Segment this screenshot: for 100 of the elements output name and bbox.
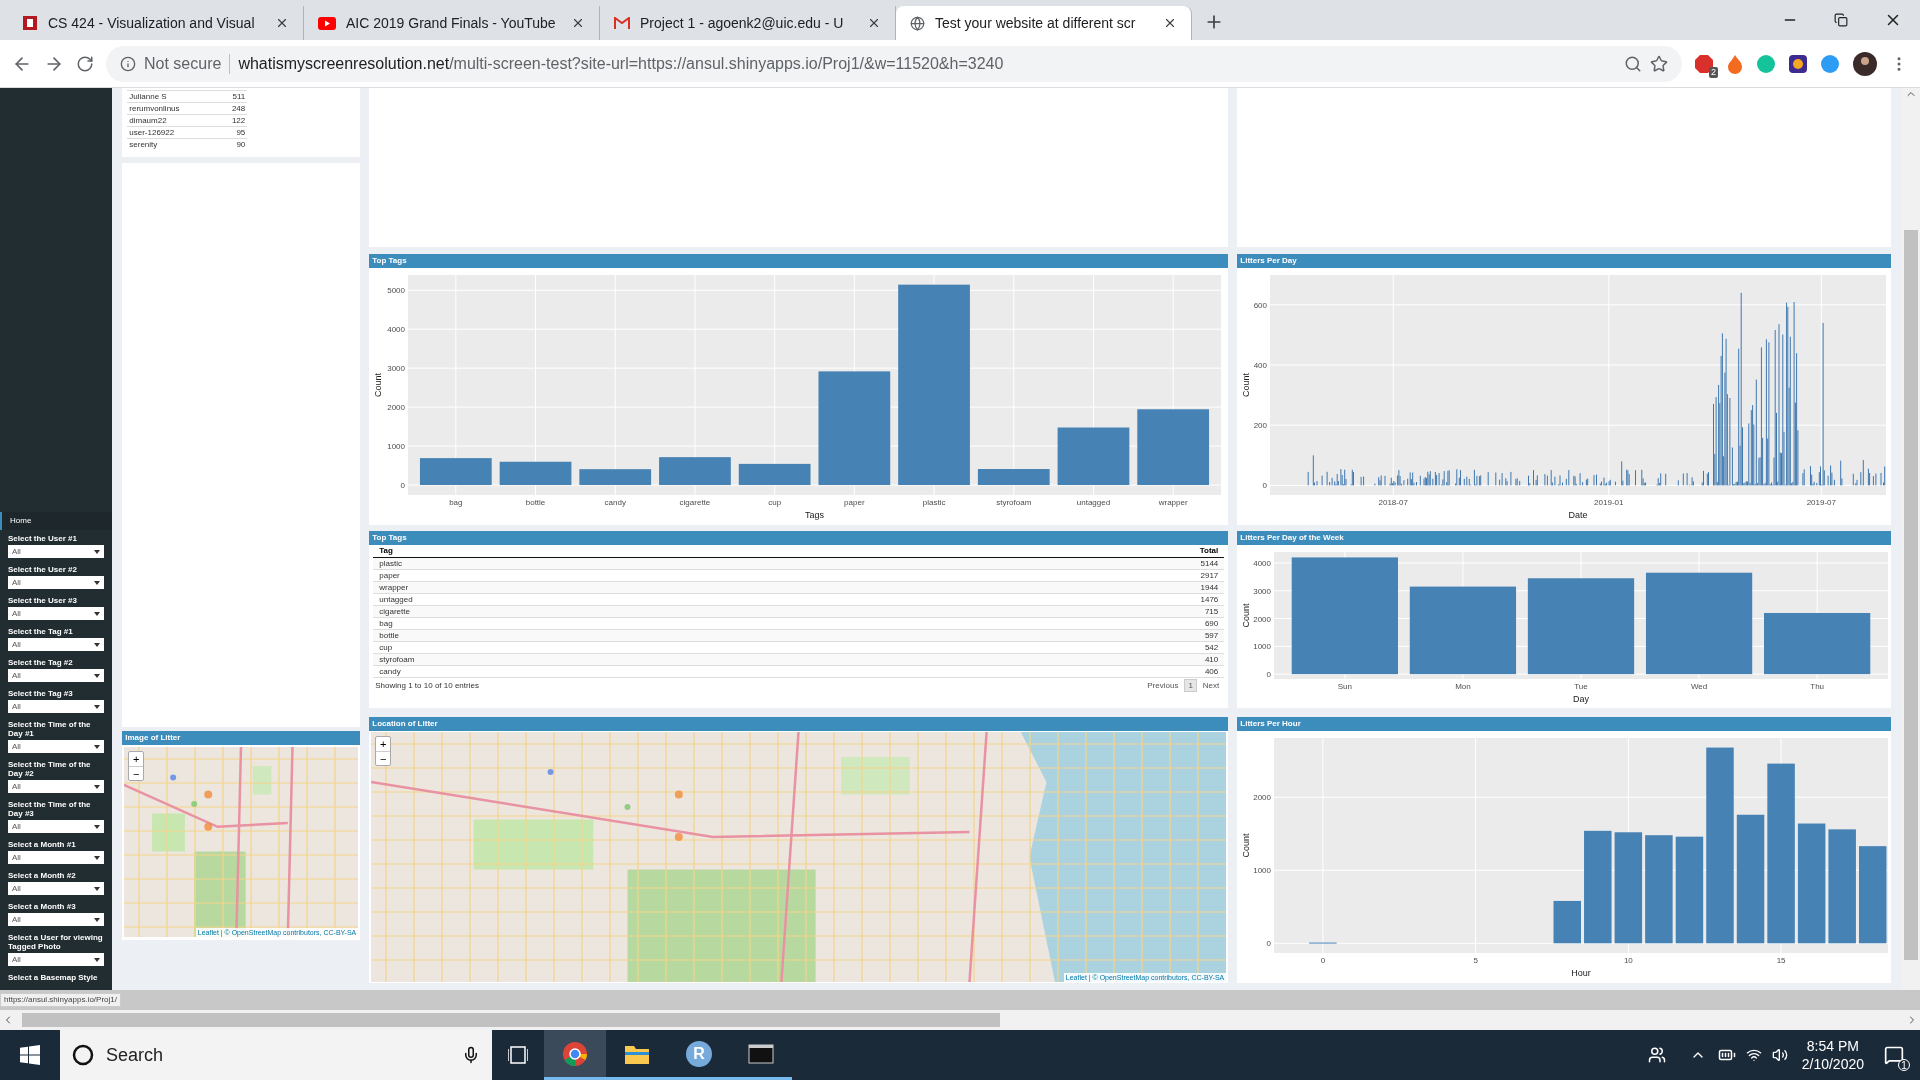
axis-tick-label: cup bbox=[768, 498, 782, 507]
select-field[interactable]: All bbox=[8, 669, 105, 682]
column-header[interactable]: Tag bbox=[379, 545, 393, 557]
select-label: Select the Time of the Day #1 bbox=[8, 720, 92, 738]
select-label: Select a User for viewing Tagged Photo bbox=[8, 933, 104, 951]
chrome-icon bbox=[562, 1040, 588, 1067]
close-icon[interactable] bbox=[275, 16, 289, 30]
select-field[interactable]: All bbox=[8, 638, 105, 651]
box-header: Location of Litter bbox=[369, 717, 1229, 731]
reload-icon[interactable] bbox=[76, 54, 94, 73]
table-cell: wrapper bbox=[379, 582, 409, 593]
zoom-in-button[interactable]: + bbox=[376, 737, 391, 751]
select-label: Select a Basemap Style bbox=[7, 973, 99, 982]
taskbar-app[interactable] bbox=[544, 1030, 606, 1080]
select-field[interactable]: All bbox=[8, 913, 105, 926]
bar bbox=[739, 463, 811, 485]
caret-icon bbox=[94, 704, 101, 709]
axis-tick-label: 2000 bbox=[1253, 793, 1272, 803]
search-icon[interactable] bbox=[1624, 54, 1642, 73]
wifi-icon[interactable] bbox=[1745, 1047, 1762, 1063]
axis-tick-label: 0 bbox=[400, 481, 406, 490]
circle-icon[interactable] bbox=[1820, 53, 1840, 74]
axis-title: Day bbox=[1573, 694, 1590, 704]
close-icon[interactable] bbox=[867, 16, 881, 30]
zoom-out-button[interactable]: − bbox=[129, 766, 144, 780]
star-icon[interactable] bbox=[1650, 54, 1668, 73]
caret-icon bbox=[94, 580, 101, 585]
select-field[interactable]: All bbox=[8, 882, 105, 895]
mail-icon bbox=[614, 17, 630, 29]
notifications-icon[interactable] bbox=[1884, 1045, 1904, 1065]
logo-icon bbox=[22, 15, 38, 31]
page-button[interactable]: Next bbox=[1199, 680, 1223, 691]
axis-tick-label: 15 bbox=[1776, 956, 1786, 965]
table-cell: 122 bbox=[231, 114, 246, 127]
caret-icon bbox=[94, 886, 101, 891]
select-field[interactable]: All bbox=[8, 576, 105, 589]
select-field[interactable]: All bbox=[8, 851, 105, 864]
tab-title: CS 424 - Visualization and Visual bbox=[48, 13, 256, 33]
caret-icon bbox=[94, 855, 101, 860]
axis-tick-label: 1000 bbox=[387, 442, 406, 452]
axis-title: Count bbox=[1241, 373, 1252, 397]
caret-icon bbox=[94, 957, 101, 962]
axis-tick-label: 400 bbox=[1253, 361, 1268, 370]
column-header[interactable]: Total bbox=[1199, 545, 1219, 557]
table-info: Showing 1 to 10 of 10 entries bbox=[375, 679, 479, 692]
axis-tick-label: paper bbox=[844, 498, 865, 507]
table-cell: 542 bbox=[1204, 642, 1219, 653]
stop-sign-icon[interactable] bbox=[1694, 53, 1714, 74]
vertical-scrollbar[interactable] bbox=[1901, 88, 1920, 990]
select-field[interactable]: All bbox=[8, 545, 105, 558]
mic-icon[interactable] bbox=[462, 1046, 480, 1064]
axis-tick-label: Thu bbox=[1810, 682, 1825, 691]
axis-tick-label: wrapper bbox=[1159, 498, 1188, 507]
horizontal-scrollbar[interactable] bbox=[0, 1010, 1920, 1030]
table-cell: 406 bbox=[1204, 666, 1219, 677]
select-field[interactable]: All bbox=[8, 780, 105, 793]
table-cell: 597 bbox=[1204, 630, 1219, 641]
select-field[interactable]: All bbox=[8, 953, 105, 966]
restore-icon[interactable] bbox=[1834, 13, 1848, 27]
people-icon[interactable] bbox=[1647, 1046, 1666, 1064]
zoom-in-button[interactable]: + bbox=[129, 752, 144, 766]
box-header: Litters Per Day bbox=[1237, 254, 1892, 268]
clock[interactable]: 8:54 PM 2/10/2020 bbox=[1801, 1037, 1864, 1073]
axis-tick-label: 4000 bbox=[387, 325, 406, 335]
scrollbar-thumb[interactable] bbox=[1903, 230, 1918, 960]
table-cell: 1944 bbox=[1200, 582, 1219, 593]
close-icon[interactable] bbox=[571, 16, 585, 30]
volume-icon[interactable] bbox=[1771, 1047, 1788, 1063]
bar bbox=[978, 469, 1050, 485]
table-cell: cigarette bbox=[379, 606, 410, 617]
browser-tab[interactable]: Test your website at different scr bbox=[896, 6, 1192, 40]
axis-tick-label: cigarette bbox=[679, 498, 711, 507]
select-field[interactable]: All bbox=[8, 700, 105, 713]
close-icon[interactable] bbox=[1163, 16, 1177, 30]
box-header: Litters Per Hour bbox=[1237, 717, 1892, 731]
select-label: Select the Tag #2 bbox=[8, 658, 74, 667]
caret-icon bbox=[94, 784, 101, 789]
address-bar[interactable]: Not secure whatismyscreenresolution.net/multi-screen-test?site-url=https://ansul.shinyapps.io/Proj1/&w=11520&h=3240 bbox=[106, 45, 1682, 82]
start-icon[interactable] bbox=[20, 1045, 40, 1065]
axis-title: Count bbox=[1241, 833, 1252, 858]
box-header: Image of Litter bbox=[122, 731, 361, 745]
flame-icon[interactable] bbox=[1726, 53, 1744, 74]
table-cell: bag bbox=[379, 618, 393, 629]
page-button[interactable]: Previous bbox=[1144, 680, 1182, 691]
zoom-out-button[interactable]: − bbox=[376, 751, 391, 765]
page-button[interactable]: 1 bbox=[1184, 679, 1197, 692]
security-label: Not secure bbox=[144, 53, 222, 74]
task-view-icon[interactable] bbox=[508, 1046, 528, 1064]
select-field[interactable]: All bbox=[8, 607, 105, 620]
table-cell: 511 bbox=[232, 90, 246, 103]
scrollbar-thumb[interactable] bbox=[22, 1013, 1000, 1027]
axis-title: Hour bbox=[1571, 968, 1592, 978]
avatar-icon[interactable] bbox=[1852, 50, 1878, 77]
select-field[interactable]: All bbox=[8, 740, 105, 753]
search-field[interactable]: Search bbox=[60, 1030, 492, 1080]
select-field[interactable]: All bbox=[8, 820, 105, 833]
tab-title: Test your website at different scr bbox=[935, 13, 1137, 33]
select-label: Select the User #3 bbox=[8, 596, 78, 605]
sidebar-item[interactable]: Home bbox=[0, 512, 113, 530]
square-icon[interactable] bbox=[1788, 53, 1808, 74]
